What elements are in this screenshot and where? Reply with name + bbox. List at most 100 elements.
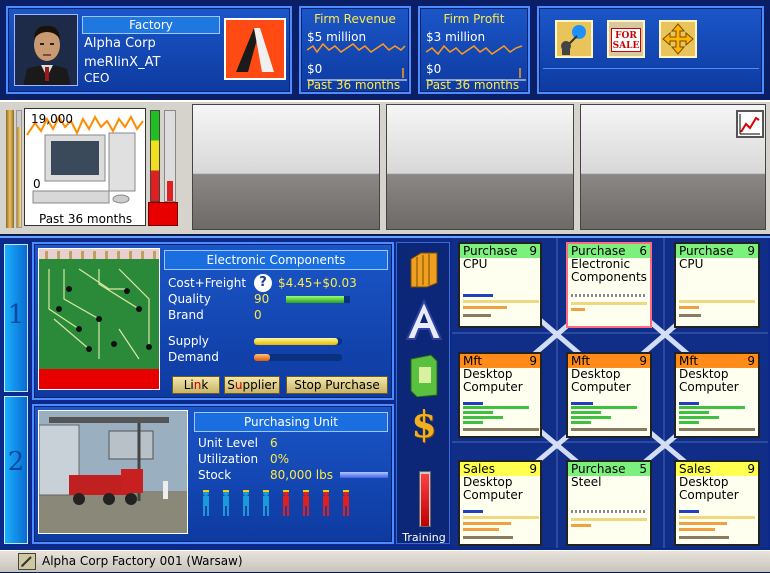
profit-period: Past 36 months	[426, 78, 520, 92]
status-text: Alpha Corp Factory 001 (Warsaw)	[42, 554, 243, 568]
tools-divider	[543, 68, 759, 69]
profit-panel[interactable]: Firm Profit $3 million $0 Past 36 months	[418, 6, 530, 94]
production-chart-bottom: 0	[33, 177, 41, 191]
stop-purchase-button[interactable]: Stop Purchase	[286, 376, 388, 394]
cell-type: Mft	[571, 354, 591, 368]
chart-toggle-icon[interactable]	[736, 110, 764, 138]
tab-unit-2[interactable]: 2	[4, 396, 28, 544]
supply-bar	[254, 338, 342, 345]
quality-value: 90	[254, 292, 270, 306]
stock-label: Stock	[198, 468, 232, 482]
cell-product: Desktop Computer	[463, 475, 523, 502]
status-bar: Alpha Corp Factory 001 (Warsaw)	[0, 550, 770, 572]
tab-unit-1[interactable]: 1	[4, 244, 28, 392]
grid-cell-mft-desktop-2[interactable]: Mft 9 Desktop Computer	[566, 352, 652, 438]
advertising-icon[interactable]	[405, 298, 443, 341]
cell-level: 9	[747, 354, 755, 368]
supply-label: Supply	[168, 334, 209, 348]
left-gauge-2	[16, 110, 22, 228]
brand-value: 0	[254, 308, 262, 322]
username: meRlinX_AT	[84, 55, 161, 70]
training-label[interactable]: Training	[397, 531, 451, 544]
cell-product: CPU	[463, 257, 488, 271]
cost-label: Cost+Freight	[168, 276, 247, 290]
unit2-panel: Purchasing Unit Unit Level 6 Utilization…	[32, 404, 394, 544]
quality-label: Quality	[168, 292, 211, 306]
training-book-icon[interactable]	[407, 353, 441, 398]
grid-cell-purchase-steel[interactable]: Purchase 5 Steel	[566, 460, 652, 546]
cell-product: Steel	[571, 475, 602, 489]
ceo-panel: Factory Alpha Corp meRlinX_AT CEO	[6, 6, 292, 94]
cell-product: Electronic Components	[571, 257, 647, 284]
cell-level: 9	[747, 462, 755, 476]
cell-product: CPU	[679, 257, 704, 271]
grid-cell-sales-desktop-1[interactable]: Sales 9 Desktop Computer	[458, 460, 542, 546]
cell-level: 5	[639, 462, 647, 476]
supplier-button[interactable]: Supplier	[224, 376, 280, 394]
tools-panel: FOR SALE	[537, 6, 764, 94]
workers-row	[198, 488, 378, 518]
utilization-value: 0%	[270, 452, 290, 466]
tab-unit-2-label: 2	[7, 447, 25, 477]
demand-bar	[254, 354, 342, 361]
help-icon[interactable]: ?	[254, 274, 272, 292]
company-logo[interactable]	[224, 18, 286, 80]
production-chart-period: Past 36 months	[39, 212, 133, 226]
grid-cell-mft-desktop-3[interactable]: Mft 9 Desktop Computer	[674, 352, 760, 438]
network-icon[interactable]	[555, 20, 593, 58]
stock-gauge	[150, 110, 160, 202]
left-gauge-1	[6, 110, 14, 228]
icon-column: $ Training	[396, 242, 450, 544]
revenue-title: Firm Revenue	[314, 12, 396, 26]
ceo-avatar[interactable]	[14, 14, 78, 86]
grid-cell-mft-desktop-1[interactable]: Mft 9 Desktop Computer	[458, 352, 542, 438]
for-sale-icon[interactable]: FOR SALE	[607, 20, 645, 58]
link-button[interactable]: Link	[172, 376, 220, 394]
grid-cell-purchase-electronic-components[interactable]: Purchase 6 Electronic Components	[566, 242, 652, 328]
cell-type: Sales	[463, 462, 495, 476]
quality-bar	[286, 296, 350, 303]
cell-level: 6	[639, 244, 647, 258]
production-chart[interactable]: 19,000 0 Past 36 months	[24, 108, 146, 226]
stock-alert	[148, 202, 178, 226]
products-icon[interactable]	[407, 249, 441, 289]
unit1-panel: Electronic Components Cost+Freight ? $4.…	[32, 242, 394, 400]
cell-type: Purchase	[463, 244, 518, 258]
cell-type: Sales	[679, 462, 711, 476]
unit-grid: Purchase 9 CPU Purchase 6 Electronic Compo…	[452, 238, 768, 548]
cell-type: Purchase	[571, 462, 626, 476]
move-icon[interactable]	[659, 20, 697, 58]
revenue-panel[interactable]: Firm Revenue $5 million $0 Past 36 month…	[299, 6, 411, 94]
cell-level: 9	[529, 244, 537, 258]
production-chart-top: 19,000	[31, 112, 73, 126]
stock-bar	[340, 472, 388, 478]
revenue-bottom: $0	[307, 62, 323, 76]
cell-level: 9	[639, 354, 647, 368]
component-image	[38, 248, 160, 390]
grid-cell-purchase-cpu-1[interactable]: Purchase 9 CPU	[458, 242, 542, 328]
demand-label: Demand	[168, 350, 219, 364]
grid-cell-sales-desktop-2[interactable]: Sales 9 Desktop Computer	[674, 460, 760, 546]
profit-title: Firm Profit	[443, 12, 505, 26]
cell-level: 9	[747, 244, 755, 258]
unit-pane-3[interactable]	[386, 104, 574, 230]
facility-type: Factory	[82, 16, 220, 34]
tab-unit-1-label: 1	[7, 300, 25, 330]
edit-icon[interactable]	[18, 553, 36, 570]
for-sale-label: FOR SALE	[611, 28, 641, 52]
revenue-period: Past 36 months	[307, 78, 401, 92]
cell-product: Desktop Computer	[571, 367, 631, 394]
dollar-icon[interactable]: $	[405, 405, 443, 445]
unit-level-value: 6	[270, 436, 278, 450]
cell-product: Desktop Computer	[679, 475, 739, 502]
grid-cell-purchase-cpu-2[interactable]: Purchase 9 CPU	[674, 242, 760, 328]
cell-product: Desktop Computer	[463, 367, 523, 394]
purchasing-image	[38, 410, 188, 534]
cell-type: Purchase	[571, 244, 626, 258]
unit-pane-2[interactable]	[192, 104, 380, 230]
stock-level-meter	[164, 110, 176, 202]
cell-type: Purchase	[679, 244, 734, 258]
utilization-label: Utilization	[198, 452, 259, 466]
role: CEO	[84, 71, 110, 85]
unit-level-label: Unit Level	[198, 436, 258, 450]
